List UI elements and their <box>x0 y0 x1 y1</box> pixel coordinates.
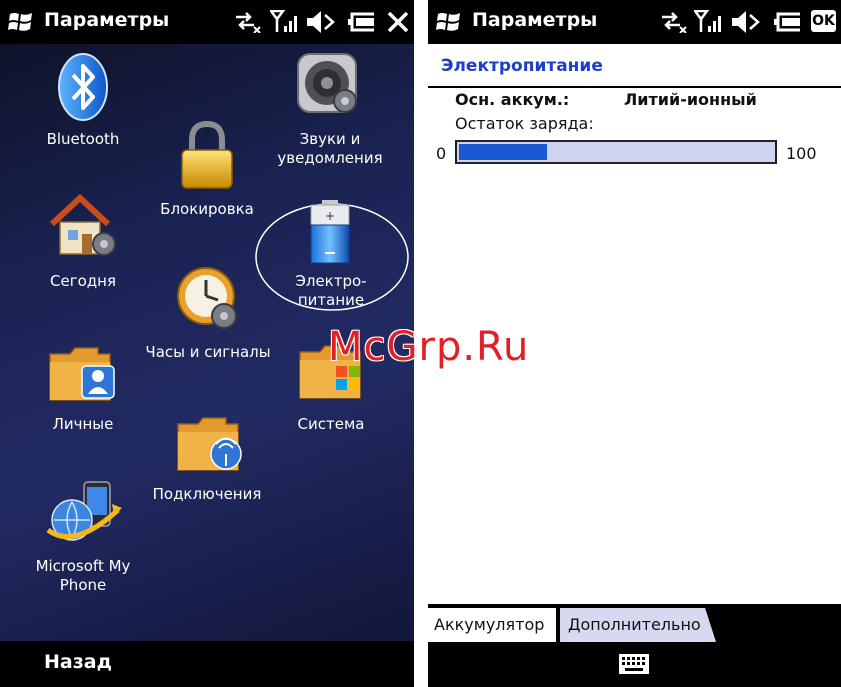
volume-icon[interactable] <box>305 9 335 35</box>
volume-icon[interactable] <box>730 9 760 35</box>
battery-icon[interactable] <box>348 12 378 32</box>
battery-charge-fill <box>459 144 547 160</box>
ok-button[interactable]: OK <box>811 10 836 32</box>
tile-connections[interactable] <box>176 414 244 474</box>
signal-strength-icon[interactable] <box>270 10 300 34</box>
tile-my-phone[interactable] <box>44 480 124 548</box>
charge-label: Остаток заряда: <box>455 114 594 133</box>
tab-battery[interactable]: Аккумулятор <box>428 608 556 642</box>
speaker-gear-icon <box>297 53 357 113</box>
tile-personal[interactable] <box>48 344 118 402</box>
status-bar: Параметры OK <box>428 0 841 44</box>
battery-large-icon: + <box>310 200 350 264</box>
battery-label: Осн. аккум.: <box>455 90 570 109</box>
heading-divider <box>428 86 841 88</box>
bluetooth-icon <box>58 53 108 121</box>
data-connection-icon[interactable] <box>658 11 688 33</box>
battery-icon[interactable] <box>774 12 804 32</box>
tile-personal-label: Личные <box>52 415 114 433</box>
tile-bluetooth[interactable] <box>56 52 110 122</box>
keyboard-icon[interactable] <box>619 654 649 674</box>
tile-clock[interactable] <box>176 266 240 332</box>
tile-power-label: Электро- питание <box>295 272 367 309</box>
folder-antenna-icon <box>177 417 242 471</box>
house-gear-icon <box>49 193 116 256</box>
tile-bluetooth-label: Bluetooth <box>46 130 120 148</box>
signal-strength-icon[interactable] <box>694 10 724 34</box>
status-bar: Параметры <box>0 0 414 44</box>
tile-clock-label: Часы и сигналы <box>145 343 271 361</box>
folder-person-icon <box>49 347 115 401</box>
tile-today[interactable] <box>48 193 118 260</box>
my-phone-icon <box>46 481 122 541</box>
tile-today-label: Сегодня <box>50 272 116 290</box>
svg-text:+: + <box>325 209 335 223</box>
section-heading: Электропитание <box>441 56 603 76</box>
battery-type-value: Литий-ионный <box>624 90 757 109</box>
close-icon[interactable] <box>386 10 410 34</box>
back-button[interactable]: Назад <box>44 651 112 673</box>
tile-sounds-label: Звуки и уведомления <box>277 130 383 167</box>
tile-lock[interactable] <box>178 120 236 192</box>
tile-system-label: Система <box>297 415 365 433</box>
windows-start-icon[interactable] <box>8 10 34 34</box>
tile-lock-label: Блокировка <box>160 200 254 218</box>
windows-start-icon[interactable] <box>436 10 462 34</box>
battery-charge-bar <box>455 140 777 164</box>
progress-max-label: 100 <box>786 144 817 163</box>
tab-bar: Аккумулятор Дополнительно <box>428 604 841 642</box>
tile-connections-label: Подключения <box>152 485 262 503</box>
soft-key-bar <box>428 642 841 687</box>
progress-min-label: 0 <box>436 144 447 163</box>
page-title: Параметры <box>472 9 598 31</box>
watermark-text: McGrp.Ru <box>328 324 530 370</box>
padlock-icon <box>181 120 233 189</box>
tile-my-phone-label: Microsoft My Phone <box>35 557 131 594</box>
page-title: Параметры <box>44 9 170 31</box>
soft-key-bar: Назад <box>0 641 414 687</box>
tile-sounds[interactable] <box>296 52 362 118</box>
clock-gear-icon <box>177 267 237 329</box>
tab-advanced[interactable]: Дополнительно <box>560 608 716 642</box>
data-connection-icon[interactable] <box>232 11 262 33</box>
